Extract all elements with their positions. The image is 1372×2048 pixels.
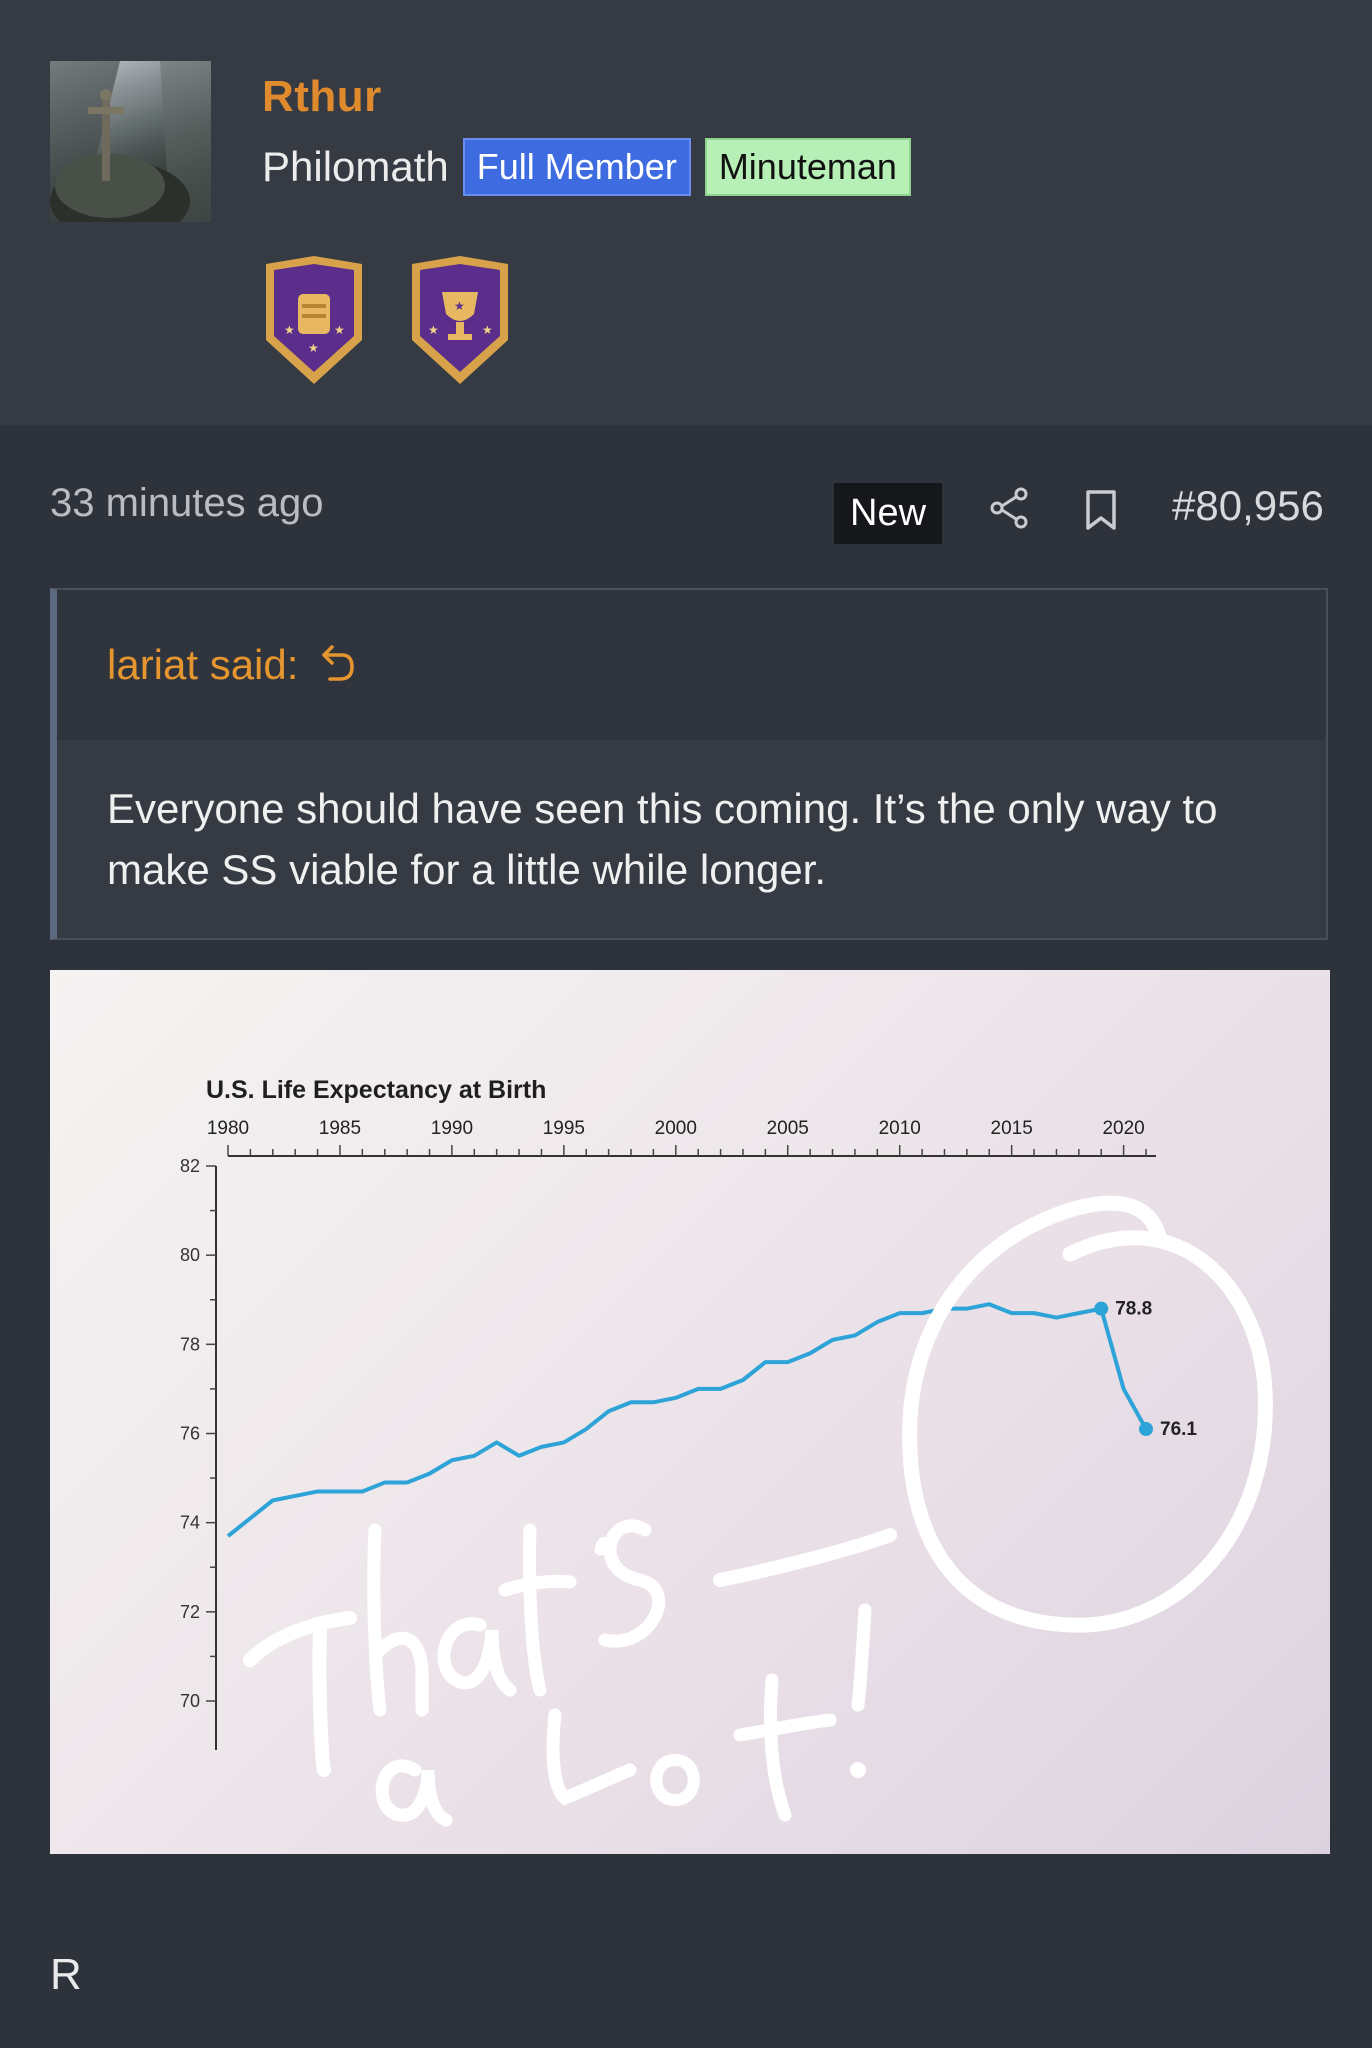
life-expectancy-chart-image[interactable]: U.S. Life Expectancy at Birth 1980 1985 19… xyxy=(50,970,1330,1854)
x-tick-label: 2000 xyxy=(655,1118,697,1139)
x-tick-label: 2010 xyxy=(879,1118,921,1139)
y-tick-label: 82 xyxy=(180,1156,200,1176)
y-tick-label: 72 xyxy=(180,1602,200,1622)
x-tick-label: 1990 xyxy=(431,1118,473,1139)
hand-stroke xyxy=(243,1611,357,1667)
x-tick-label: 1980 xyxy=(207,1118,249,1139)
hand-stroke xyxy=(437,1617,517,1697)
x-tick-label: 1985 xyxy=(319,1118,361,1139)
chart-title: U.S. Life Expectancy at Birth xyxy=(206,1076,546,1104)
username[interactable]: Rthur xyxy=(262,72,382,122)
svg-text:★: ★ xyxy=(454,299,465,313)
post-timestamp[interactable]: 33 minutes ago xyxy=(50,481,324,526)
svg-text:★: ★ xyxy=(308,341,319,355)
return-arrow-icon[interactable] xyxy=(320,643,356,688)
svg-text:★: ★ xyxy=(284,323,295,337)
bookmark-icon[interactable] xyxy=(1083,488,1119,532)
y-axis: 82 80 78 76 74 72 70 xyxy=(180,1156,217,1750)
chart-svg: U.S. Life Expectancy at Birth 1980 1985 19… xyxy=(180,1076,1273,1827)
svg-text:★: ★ xyxy=(334,323,345,337)
hand-drawn-circle xyxy=(902,1195,1273,1633)
hand-stroke xyxy=(546,1708,637,1806)
hand-stroke xyxy=(594,1537,612,1556)
y-tick-label: 74 xyxy=(180,1513,200,1533)
x-tick-label: 2015 xyxy=(991,1118,1033,1139)
x-tick-label: 2020 xyxy=(1102,1118,1144,1139)
quote-author[interactable]: lariat said: xyxy=(107,641,298,689)
hand-stroke xyxy=(598,1519,666,1648)
user-title: Philomath xyxy=(262,143,449,190)
x-tick-label: 2005 xyxy=(767,1118,809,1139)
hand-stroke xyxy=(713,1528,897,1587)
y-tick-label: 70 xyxy=(180,1691,200,1711)
data-point xyxy=(1139,1422,1153,1437)
share-icon[interactable] xyxy=(988,486,1032,530)
data-label: 76.1 xyxy=(1160,1419,1197,1440)
annotation-group xyxy=(243,1195,1273,1827)
footer-text: R xyxy=(50,1950,82,1999)
minuteman-badge: Minuteman xyxy=(704,138,911,196)
hand-stroke xyxy=(367,1523,429,1717)
quote-text: Everyone should have seen this coming. I… xyxy=(107,785,1218,893)
user-info-block: Rthur Philomath Full Member Minuteman ★ … xyxy=(0,0,1372,425)
life-expectancy-line xyxy=(226,1302,1148,1538)
armor-trophy-icon[interactable]: ★ ★ ★ xyxy=(262,256,366,386)
new-badge: New xyxy=(834,483,943,544)
user-title-row: Philomath Full Member Minuteman xyxy=(262,138,911,196)
svg-text:★: ★ xyxy=(428,323,439,337)
hand-stroke xyxy=(851,1603,872,1712)
y-tick-label: 76 xyxy=(180,1424,200,1444)
avatar[interactable] xyxy=(50,61,211,222)
hand-stroke xyxy=(733,1673,837,1822)
y-tick-label: 78 xyxy=(180,1334,200,1354)
x-axis: 1980 1985 1990 1995 2000 2005 2010 2015 2020 xyxy=(207,1118,1156,1157)
quote-block: lariat said: Everyone should have seen t… xyxy=(50,588,1328,940)
quote-header[interactable]: lariat said: xyxy=(57,590,1326,740)
post-number-link[interactable]: #80,956 xyxy=(1172,482,1324,530)
hand-dot xyxy=(850,1762,866,1778)
svg-text:★: ★ xyxy=(482,323,493,337)
hand-stroke xyxy=(312,1623,331,1777)
hand-stroke xyxy=(375,1759,453,1827)
full-member-badge: Full Member xyxy=(462,138,691,196)
hand-stroke xyxy=(498,1523,577,1697)
cup-trophy-icon[interactable]: ★ ★ ★ xyxy=(408,256,512,386)
hand-stroke xyxy=(650,1753,700,1807)
data-point xyxy=(1094,1301,1109,1316)
y-tick-label: 80 xyxy=(180,1245,200,1265)
series-group: 78.8 76.1 xyxy=(226,1299,1197,1538)
data-label: 78.8 xyxy=(1115,1299,1152,1320)
x-tick-label: 1995 xyxy=(543,1118,585,1139)
